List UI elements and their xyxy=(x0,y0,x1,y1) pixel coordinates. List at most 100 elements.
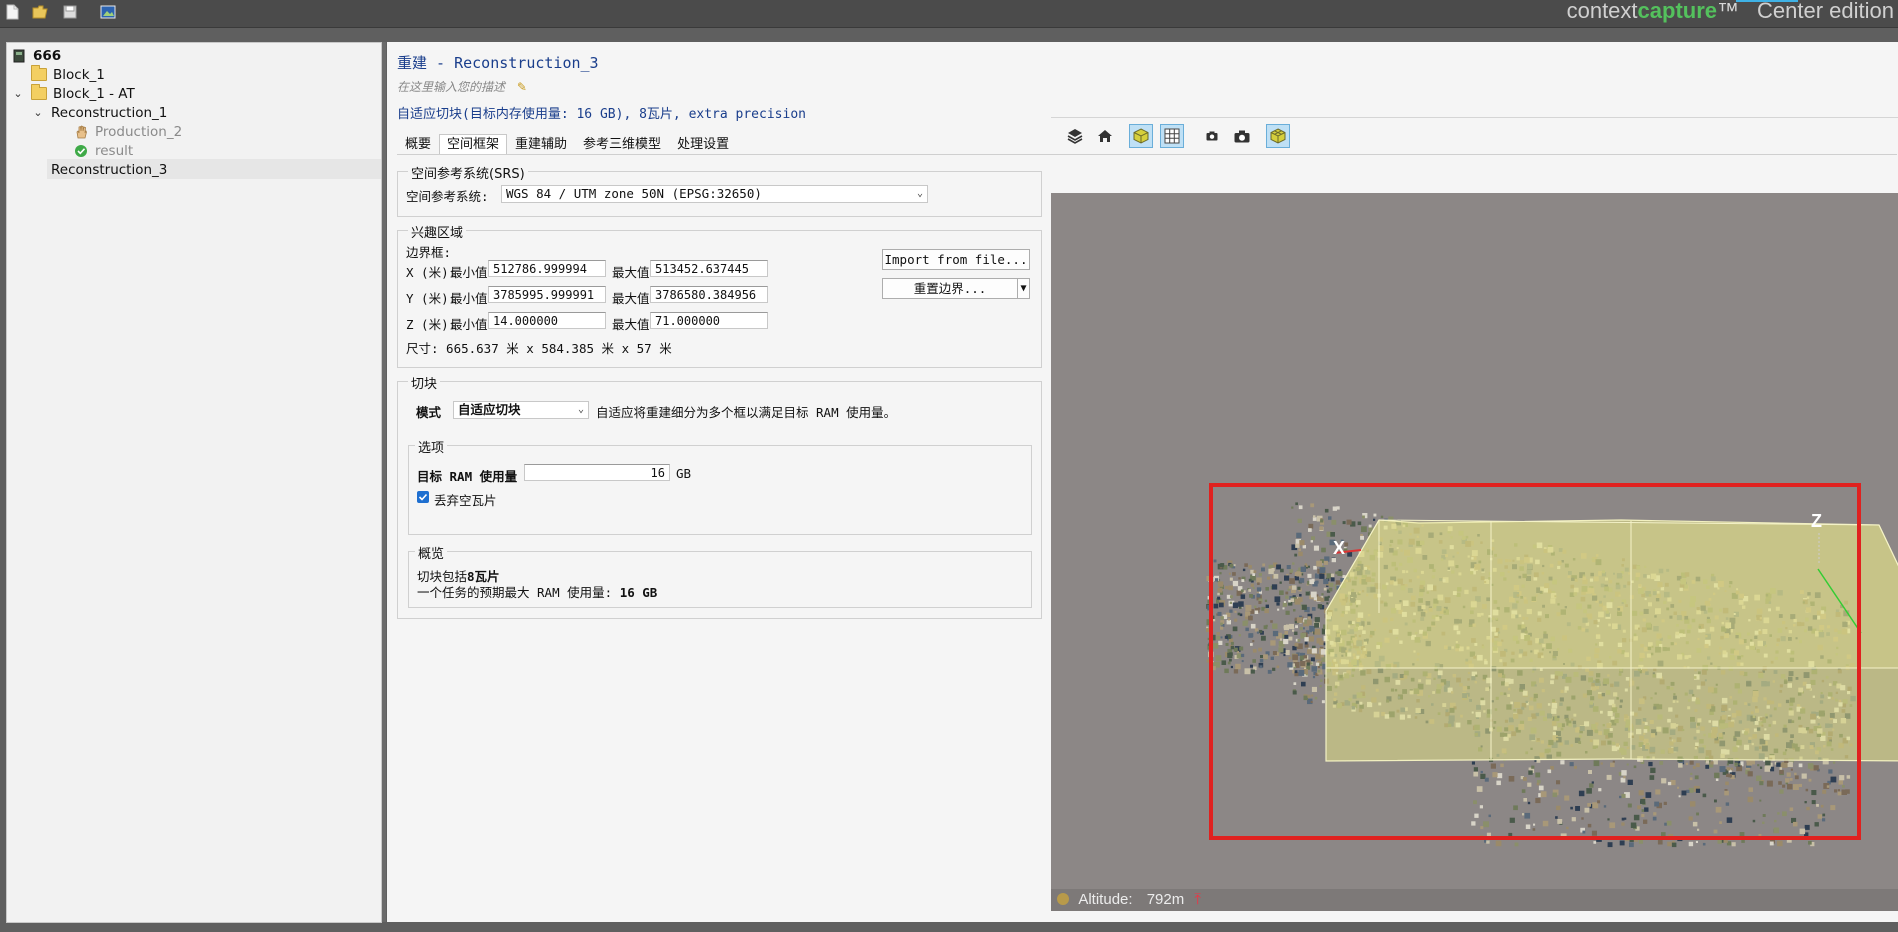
srs-group: 空间参考系统(SRS) 空间参考系统: WGS 84 / UTM zone 50… xyxy=(397,163,1042,217)
description-placeholder: 在这里输入您的描述 xyxy=(397,80,506,94)
chevron-down-icon: ⌄ xyxy=(916,188,923,199)
home-icon[interactable] xyxy=(1093,124,1117,148)
panel-splitter[interactable] xyxy=(382,42,386,922)
tree-item-reconstruction-3[interactable]: Reconstruction_3 xyxy=(51,160,167,179)
tree-item-reconstruction-1[interactable]: ⌄ Reconstruction_1 xyxy=(31,103,167,122)
point-cloud-point xyxy=(1629,842,1634,848)
viewer-status-bar: Altitude: 792m ⤒ xyxy=(1051,889,1898,911)
z-min-label: 最小值 xyxy=(450,317,488,332)
compass-icon[interactable]: ⤒ xyxy=(1194,891,1201,908)
point-cloud-point xyxy=(1688,841,1694,847)
page-title: 重建 - Reconstruction_3 xyxy=(397,54,599,72)
point-cloud-point xyxy=(1769,841,1774,846)
point-cloud-point xyxy=(1607,842,1613,848)
overview-ram-line: 一个任务的预期最大 RAM 使用量: 16 GB xyxy=(417,582,657,601)
tiles-icon[interactable] xyxy=(1266,124,1290,148)
point-cloud-point xyxy=(1667,841,1672,847)
x-max-input[interactable]: 513452.637445 xyxy=(650,260,768,277)
reset-bounds-dropdown[interactable]: ▼ xyxy=(1017,278,1030,299)
discard-empty-tiles-label: 丢弃空瓦片 xyxy=(434,493,497,508)
tab-reconstruction-constraints[interactable]: 重建辅助 xyxy=(507,134,575,155)
y-label: Y (米): xyxy=(406,291,457,306)
z-max-input[interactable]: 71.000000 xyxy=(650,312,768,329)
tree-item-label: Reconstruction_3 xyxy=(51,161,168,178)
point-cloud-point xyxy=(1638,839,1643,844)
image-icon[interactable] xyxy=(98,2,118,22)
tab-processing-settings[interactable]: 处理设置 xyxy=(669,134,737,155)
description-field[interactable]: 在这里输入您的描述 ✎ xyxy=(397,78,527,95)
save-icon[interactable] xyxy=(60,2,80,22)
spatial-framework-settings: 空间参考系统(SRS) 空间参考系统: WGS 84 / UTM zone 50… xyxy=(387,155,1044,922)
open-folder-icon[interactable] xyxy=(30,2,50,22)
reconstruction-summary: 自适应切块(目标内存使用量: 16 GB), 8瓦片, extra precis… xyxy=(397,107,806,122)
altitude-label: Altitude: xyxy=(1078,891,1133,908)
chevron-down-icon: ⌄ xyxy=(577,404,584,415)
check-circle-icon xyxy=(73,144,89,158)
tree-item-label: Block_1 - AT xyxy=(53,85,135,102)
x-max-label: 最大值 xyxy=(612,265,650,280)
srs-value: WGS 84 / UTM zone 50N (EPSG:32650) xyxy=(506,186,762,201)
tree-item-label: Production_2 xyxy=(95,123,183,140)
tiling-mode-label: 模式 xyxy=(416,405,442,420)
target-ram-input[interactable]: 16 xyxy=(524,464,670,481)
hand-icon xyxy=(73,124,89,139)
annotation-highlight-box xyxy=(1209,483,1861,840)
y-max-input[interactable]: 3786580.384956 xyxy=(650,286,768,303)
grid-icon[interactable] xyxy=(1160,124,1184,148)
tab-general[interactable]: 概要 xyxy=(397,134,439,155)
point-cloud-point xyxy=(1777,840,1783,847)
import-from-file-button[interactable]: Import from file... xyxy=(882,249,1030,270)
tiling-mode-dropdown[interactable]: 自适应切块 ⌄ xyxy=(453,401,589,419)
size-text: 尺寸: 665.637 米 x 584.385 米 x 57 米 xyxy=(406,341,672,356)
target-ram-unit: GB xyxy=(676,466,692,481)
z-label: Z (米): xyxy=(406,317,457,332)
point-cloud-point xyxy=(1514,842,1519,847)
x-min-input[interactable]: 512786.999994 xyxy=(488,260,606,277)
point-cloud-point xyxy=(1671,842,1677,848)
tab-bar: 概要 空间框架 重建辅助 参考三维模型 处理设置 xyxy=(397,134,737,155)
srs-dropdown[interactable]: WGS 84 / UTM zone 50N (EPSG:32650) ⌄ xyxy=(501,185,928,203)
tree-item-block-1-at[interactable]: ⌄ Block_1 - AT xyxy=(11,84,135,103)
tree-root[interactable]: 666 xyxy=(11,46,61,65)
folder-icon xyxy=(31,65,47,82)
tree-item-block-1[interactable]: Block_1 xyxy=(31,65,105,84)
point-cloud-point xyxy=(1702,842,1706,846)
point-cloud-point xyxy=(1495,840,1502,847)
brand-edition: Center edition xyxy=(1757,0,1894,23)
point-cloud-point xyxy=(1657,839,1663,845)
tree-item-label: Block_1 xyxy=(53,66,105,83)
options-group: 选项 目标 RAM 使用量 16 GB 丢弃空瓦片 xyxy=(408,437,1032,535)
x-label: X (米): xyxy=(406,265,457,280)
overview-group-title: 概览 xyxy=(415,543,448,562)
layers-icon[interactable] xyxy=(1063,124,1087,148)
tiling-mode-hint: 自适应将重建细分为多个框以满足目标 RAM 使用量。 xyxy=(596,405,897,420)
tab-spatial-framework[interactable]: 空间框架 xyxy=(439,134,508,155)
z-min-input[interactable]: 14.000000 xyxy=(488,312,606,329)
brand-context: context xyxy=(1566,0,1638,23)
srs-group-title: 空间参考系统(SRS) xyxy=(408,163,528,182)
pencil-icon[interactable]: ✎ xyxy=(517,80,527,94)
point-cloud-point xyxy=(1593,841,1597,844)
brand-capture: capture xyxy=(1637,0,1718,23)
reset-bounds-button[interactable]: 重置边界... xyxy=(882,278,1018,299)
project-tree: 666 Block_1 ⌄ Block_1 - AT ⌄ Reconstruct… xyxy=(6,42,382,923)
tree-root-label: 666 xyxy=(33,47,62,64)
tab-reference-3d-model[interactable]: 参考三维模型 xyxy=(575,134,669,155)
box-icon[interactable] xyxy=(1129,124,1153,148)
collapse-chevron-icon[interactable]: ⌄ xyxy=(31,106,45,119)
y-min-input[interactable]: 3785995.999991 xyxy=(488,286,606,303)
target-ram-label: 目标 RAM 使用量 xyxy=(417,469,518,484)
tree-item-production-2[interactable]: Production_2 xyxy=(73,122,182,141)
camera-icon[interactable] xyxy=(1230,124,1254,148)
tiling-group: 切块 模式 自适应切块 ⌄ 自适应将重建细分为多个框以满足目标 RAM 使用量。… xyxy=(397,373,1042,619)
new-file-icon[interactable] xyxy=(2,2,22,22)
options-group-title: 选项 xyxy=(415,437,448,456)
discard-empty-tiles-checkbox[interactable] xyxy=(417,491,429,503)
caret-down-icon: ▼ xyxy=(1020,283,1027,294)
tree-item-label: result xyxy=(95,142,134,159)
camera-small-icon[interactable] xyxy=(1200,124,1224,148)
y-max-label: 最大值 xyxy=(612,291,650,306)
altitude-value: 792m xyxy=(1146,891,1185,908)
collapse-chevron-icon[interactable]: ⌄ xyxy=(11,87,25,100)
tree-item-result[interactable]: result xyxy=(73,141,133,160)
